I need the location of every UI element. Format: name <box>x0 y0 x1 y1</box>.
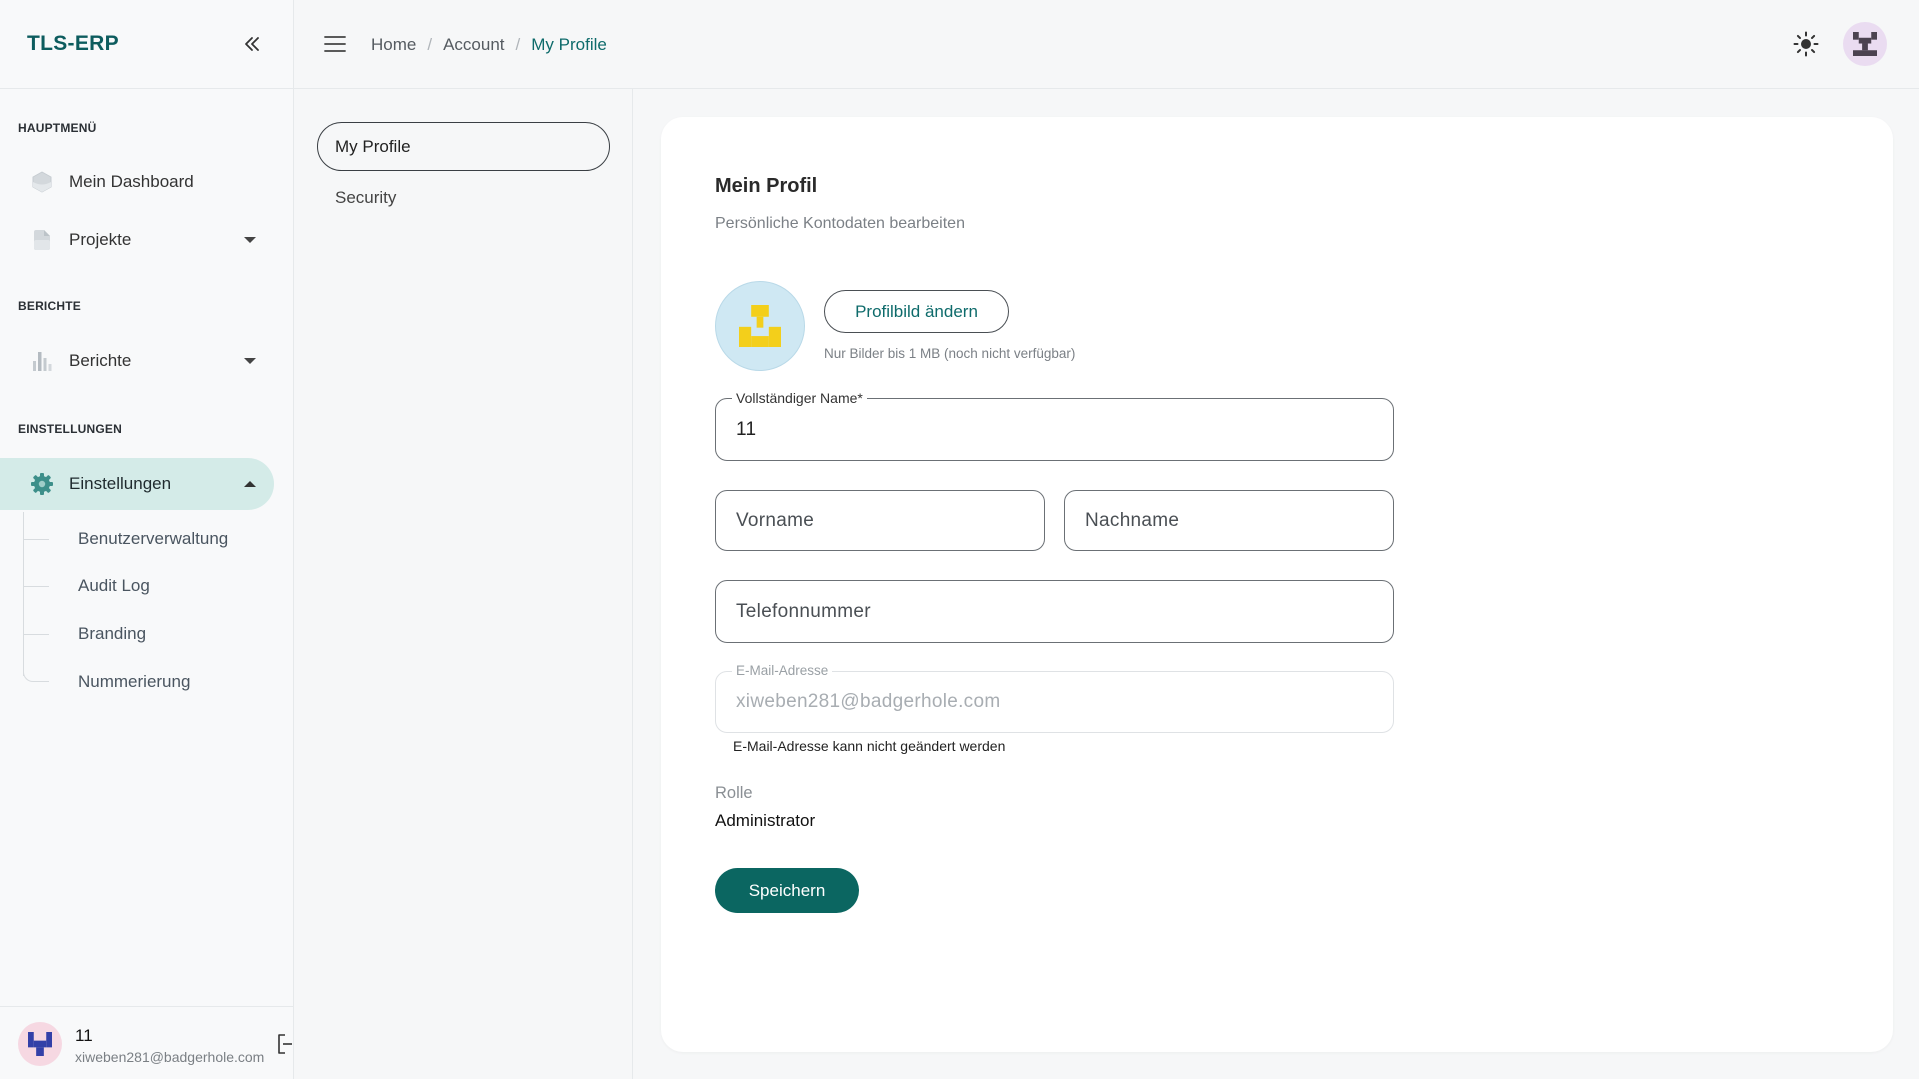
caret-down-icon[interactable] <box>244 236 256 244</box>
sidebar-header: TLS-ERP <box>0 0 293 89</box>
breadcrumb-current: My Profile <box>531 35 607 54</box>
page-title: Mein Profil <box>715 175 818 197</box>
avatar[interactable] <box>1843 22 1887 66</box>
user-name: 11 <box>75 1026 93 1045</box>
folder-icon <box>34 230 50 250</box>
tree-connector <box>24 539 49 540</box>
email-input <box>716 672 1393 732</box>
breadcrumb-account[interactable]: Account <box>443 35 504 55</box>
sidebar-item-label: Berichte <box>69 351 132 370</box>
sidebar-item-dashboard[interactable]: Mein Dashboard <box>0 156 274 208</box>
sidebar-subitem-branding[interactable]: Branding <box>78 624 146 644</box>
identicon-icon <box>1853 32 1877 56</box>
account-nav-security[interactable]: Security <box>335 188 396 208</box>
change-avatar-button[interactable]: Profilbild ändern <box>824 290 1009 333</box>
role-label: Rolle <box>715 784 753 802</box>
section-title-einstellungen: EINSTELLUNGEN <box>18 422 122 436</box>
bar-chart-icon <box>33 352 52 371</box>
sidebar-subitem-nummerierung[interactable]: Nummerierung <box>78 672 190 692</box>
email-field: E-Mail-Adresse <box>715 663 1394 733</box>
sidebar-subitem-benutzerverwaltung[interactable]: Benutzerverwaltung <box>78 529 228 549</box>
section-title-hauptmenu: HAUPTMENÜ <box>18 121 97 135</box>
sidebar-item-einstellungen[interactable]: Einstellungen <box>0 458 274 510</box>
profile-avatar <box>715 281 805 371</box>
caret-down-icon[interactable] <box>244 357 256 365</box>
gear-icon <box>31 473 53 495</box>
user-email: xiweben281@badgerhole.com <box>75 1049 265 1065</box>
full-name-input[interactable] <box>716 399 1393 460</box>
sidebar-item-label: Projekte <box>69 230 132 249</box>
sidebar-item-berichte[interactable]: Berichte <box>0 335 274 387</box>
full-name-label: Vollständiger Name* <box>732 390 867 406</box>
hamburger-icon[interactable] <box>324 35 346 53</box>
sun-icon[interactable] <box>1793 31 1819 57</box>
page-subtitle: Persönliche Kontodaten bearbeiten <box>715 215 965 232</box>
last-name-input[interactable] <box>1065 491 1393 550</box>
save-button[interactable]: Speichern <box>715 868 859 913</box>
email-label: E-Mail-Adresse <box>732 663 833 679</box>
full-name-field: Vollständiger Name* <box>715 390 1394 461</box>
app-logo[interactable]: TLS-ERP <box>27 32 119 56</box>
email-hint: E-Mail-Adresse kann nicht geändert werde… <box>733 738 1006 754</box>
first-name-input[interactable] <box>716 491 1044 550</box>
tree-connector <box>23 668 49 682</box>
identicon-icon <box>739 305 781 347</box>
tree-connector <box>23 512 24 676</box>
breadcrumb-separator: / <box>515 35 521 54</box>
sidebar-user-panel: 11 xiweben281@badgerhole.com <box>0 1006 293 1079</box>
sidebar-item-projekte[interactable]: Projekte <box>0 214 274 266</box>
logout-icon[interactable] <box>277 1033 293 1055</box>
account-nav: My Profile Security <box>294 89 633 1079</box>
tree-connector <box>24 634 49 635</box>
avatar-hint: Nur Bilder bis 1 MB (noch nicht verfügba… <box>824 346 1076 361</box>
account-nav-my-profile[interactable]: My Profile <box>317 122 610 171</box>
sidebar-subitem-audit-log[interactable]: Audit Log <box>78 576 150 596</box>
top-bar: Home / Account / My Profile <box>294 0 1919 89</box>
first-name-field <box>715 490 1045 551</box>
double-chevron-left-icon[interactable] <box>240 32 264 56</box>
avatar[interactable] <box>18 1022 62 1066</box>
breadcrumb: Home / Account / My Profile <box>371 35 607 55</box>
breadcrumb-separator: / <box>427 35 433 54</box>
last-name-field <box>1064 490 1394 551</box>
role-value: Administrator <box>715 811 816 830</box>
sidebar-item-label: Mein Dashboard <box>69 172 194 191</box>
breadcrumb-home[interactable]: Home <box>371 35 416 55</box>
phone-field <box>715 580 1394 643</box>
tree-connector <box>24 586 49 587</box>
profile-card: Mein Profil Persönliche Kontodaten bearb… <box>661 117 1893 1052</box>
dashboard-icon <box>32 171 52 193</box>
identicon-icon <box>28 1032 52 1056</box>
caret-up-icon[interactable] <box>244 480 256 488</box>
phone-input[interactable] <box>716 581 1393 642</box>
sidebar: TLS-ERP HAUPTMENÜ Mein Dashboard Projekt… <box>0 0 294 1079</box>
section-title-berichte: BERICHTE <box>18 299 81 313</box>
sidebar-item-label: Einstellungen <box>69 474 172 493</box>
